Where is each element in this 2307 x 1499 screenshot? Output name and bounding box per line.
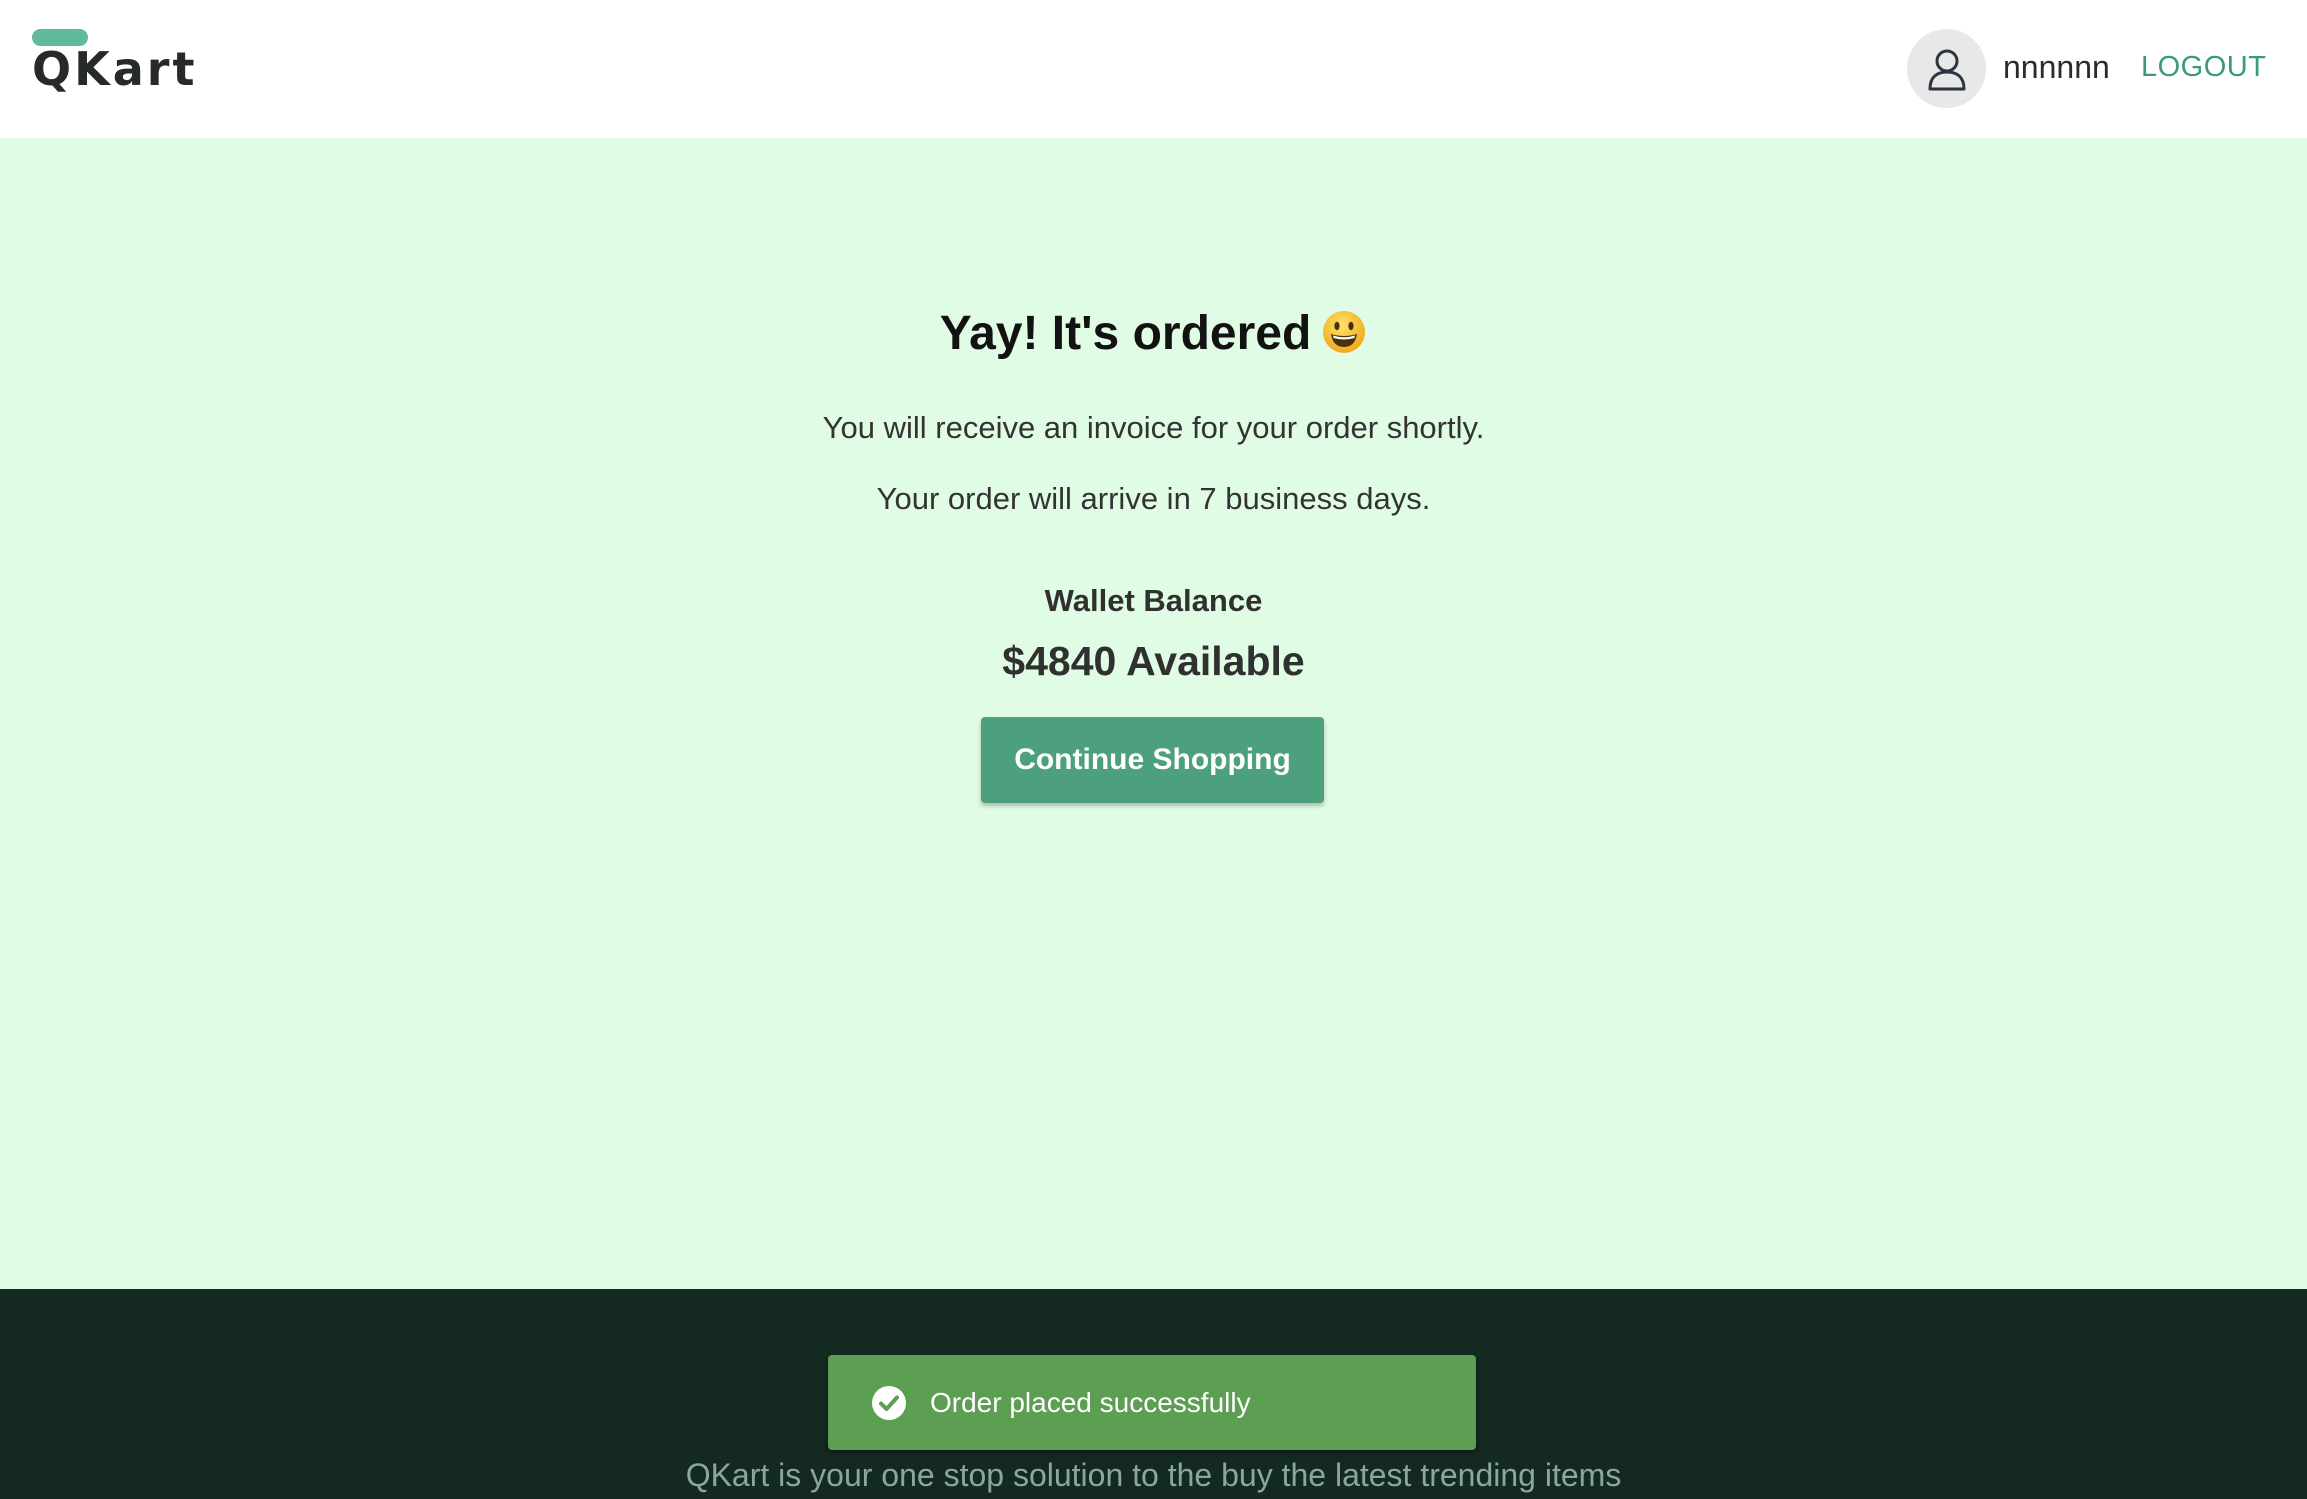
username: nnnnnn bbox=[2003, 49, 2110, 85]
logout-button[interactable]: LOGOUT bbox=[2141, 47, 2266, 87]
app-header: QKart nnnnnn LOGOUT bbox=[0, 0, 2307, 138]
title-text: Yay! It's ordered bbox=[939, 307, 1312, 360]
order-confirmation: Yay! It's ordered You will receive an in… bbox=[0, 138, 2307, 1289]
wallet-balance-label: Wallet Balance bbox=[1044, 583, 1263, 618]
success-toast: Order placed successfully bbox=[828, 1355, 1476, 1450]
footer-tagline: QKart is your one stop solution to the b… bbox=[685, 1457, 1622, 1493]
qkart-logo[interactable]: QKart bbox=[32, 29, 194, 99]
smiling-face-icon bbox=[1321, 309, 1367, 370]
toast-message: Order placed successfully bbox=[930, 1386, 1251, 1418]
avatar bbox=[1907, 29, 1986, 108]
continue-shopping-button[interactable]: Continue Shopping bbox=[981, 717, 1324, 803]
user-icon bbox=[1928, 49, 1965, 90]
logo-text: QKart bbox=[32, 42, 198, 96]
check-circle-icon bbox=[871, 1385, 907, 1421]
wallet-balance-amount: $4840 Available bbox=[1002, 638, 1305, 684]
page-title: Yay! It's ordered bbox=[0, 304, 2307, 370]
delivery-message: Your order will arrive in 7 business day… bbox=[876, 481, 1431, 516]
invoice-message: You will receive an invoice for your ord… bbox=[822, 410, 1485, 445]
